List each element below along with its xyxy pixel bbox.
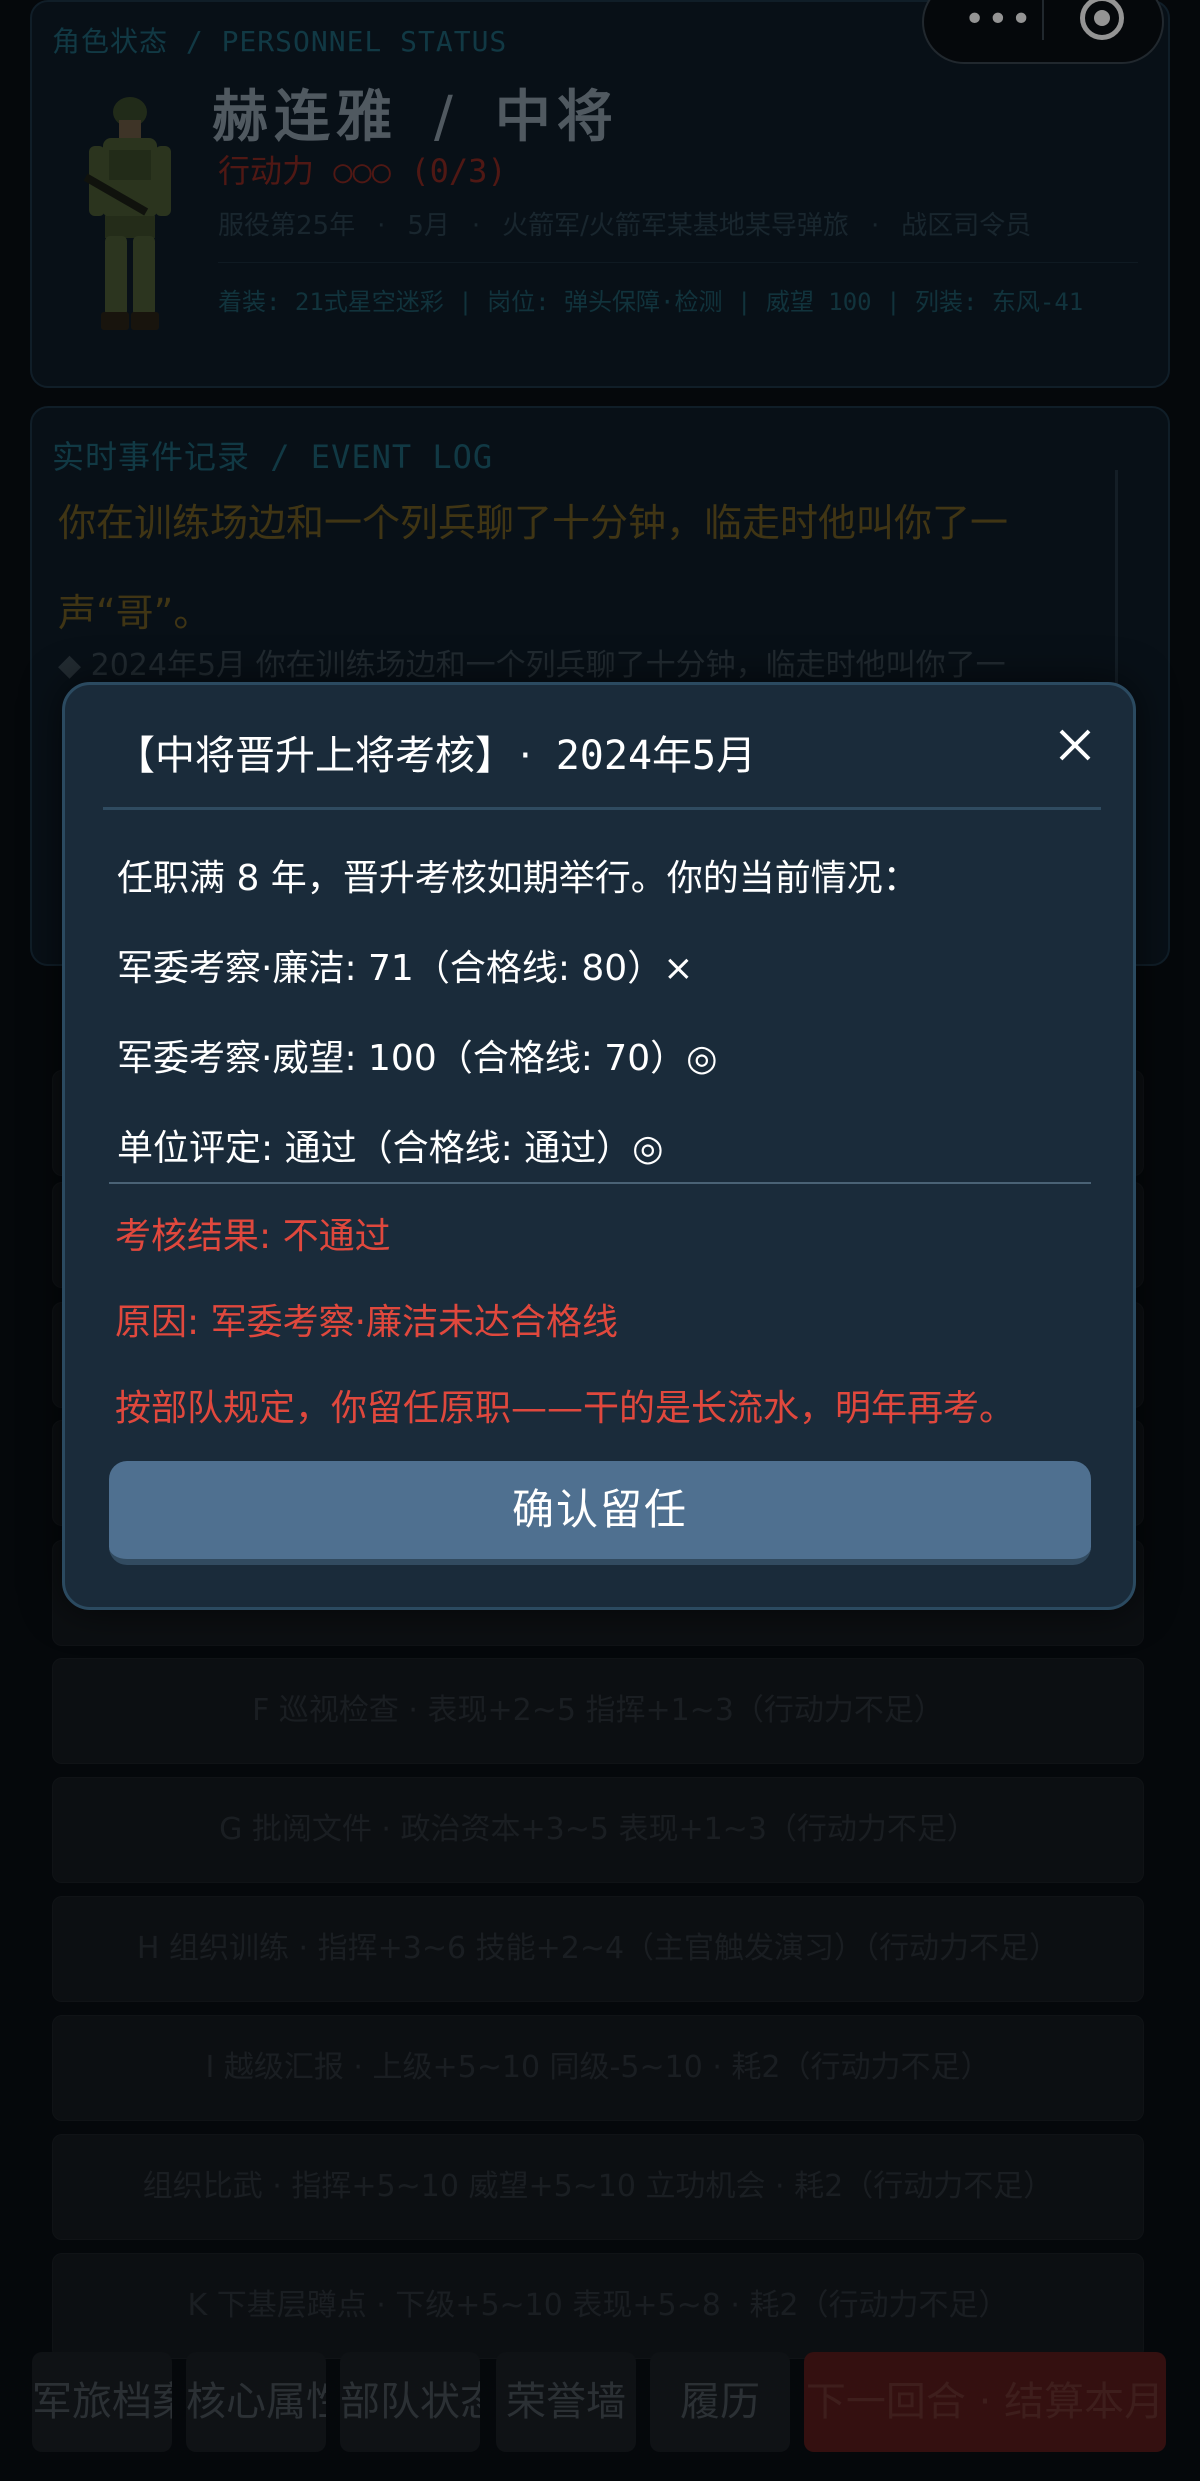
confirm-stay-button[interactable]: 确认留任: [109, 1461, 1091, 1565]
criterion-prestige: 军委考察·威望: 100（合格线: 70）◎: [117, 1038, 718, 1079]
dialog-intro: 任职满 8 年，晋升考核如期举行。你的当前情况：: [117, 858, 919, 899]
review-reason: 原因: 军委考察·廉洁未达合格线: [115, 1302, 619, 1343]
promotion-review-dialog: 【中将晋升上将考核】 · 2024年5月 任职满 8 年，晋升考核如期举行。你的当前…: [62, 682, 1136, 1610]
criterion-unit-evaluation: 单位评定: 通过（合格线: 通过）◎: [117, 1128, 664, 1169]
result-divider: [109, 1182, 1091, 1184]
title-separator: ·: [519, 733, 532, 779]
review-note: 按部队规定，你留任原职——干的是长流水，明年再考。: [115, 1388, 1016, 1429]
review-result: 考核结果: 不通过: [115, 1216, 391, 1257]
dialog-title: 【中将晋升上将考核】 · 2024年5月: [115, 723, 756, 781]
criterion-integrity: 军委考察·廉洁: 71（合格线: 80）×: [117, 948, 694, 989]
close-icon[interactable]: [1053, 723, 1097, 767]
dialog-title-text: 【中将晋升上将考核】: [115, 733, 495, 779]
dialog-title-divider: [103, 807, 1101, 810]
dialog-date: 2024年5月: [555, 733, 757, 779]
